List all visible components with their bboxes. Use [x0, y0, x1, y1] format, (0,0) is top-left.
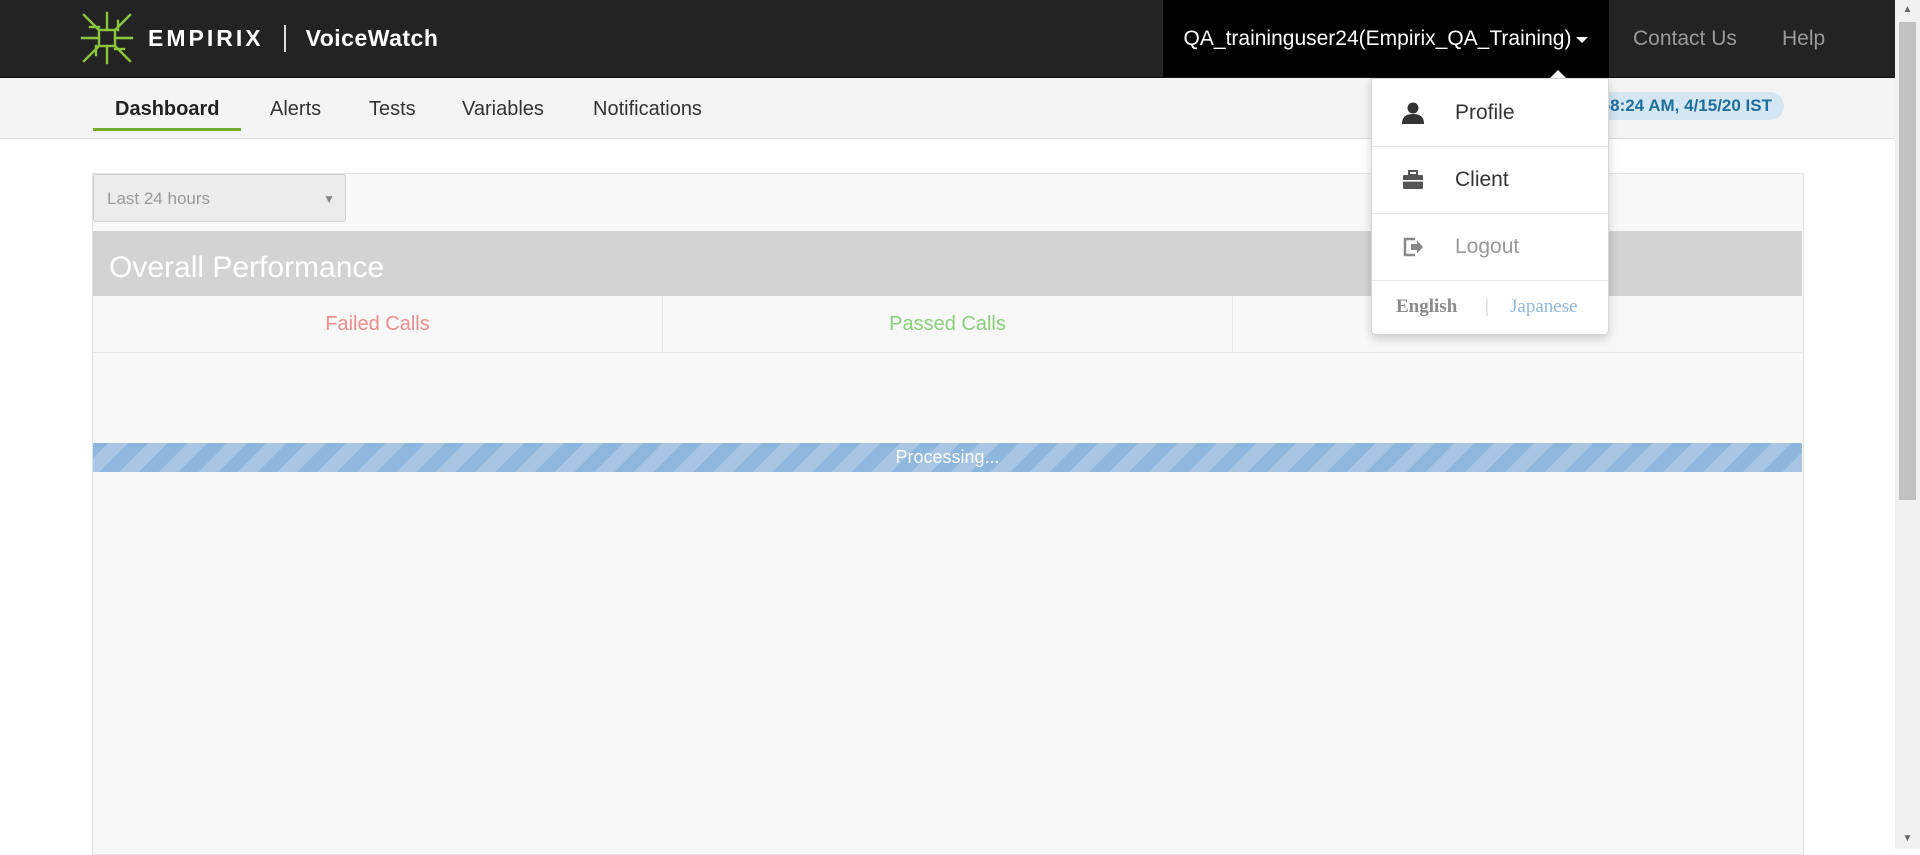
dropdown-item-logout[interactable]: Logout [1372, 213, 1608, 281]
contact-us-link[interactable]: Contact Us [1633, 0, 1737, 77]
tab-notifications[interactable]: Notifications [571, 78, 724, 128]
time-range-value: Last 24 hours [107, 189, 211, 208]
tab-variables[interactable]: Variables [440, 78, 566, 128]
user-name: QA_traininguser24(Empirix_QA_Training) [1183, 26, 1572, 50]
user-menu-toggle[interactable]: QA_traininguser24(Empirix_QA_Training) [1163, 0, 1609, 77]
tab-alerts[interactable]: Alerts [248, 78, 343, 128]
help-link[interactable]: Help [1782, 0, 1825, 77]
vertical-scrollbar[interactable]: ▲ ▼ [1895, 0, 1920, 849]
dropdown-label-client: Client [1455, 168, 1509, 191]
dropdown-item-client[interactable]: Client [1372, 146, 1608, 214]
dropdown-item-profile[interactable]: Profile [1372, 79, 1608, 147]
dropdown-label-profile: Profile [1455, 101, 1515, 124]
scroll-down-arrow-icon[interactable]: ▼ [1895, 829, 1920, 849]
language-japanese[interactable]: Japanese [1510, 281, 1578, 333]
language-switcher: English | Japanese [1372, 281, 1608, 333]
logout-icon [1403, 237, 1423, 257]
tab-tests[interactable]: Tests [347, 78, 438, 128]
processing-progress-bar: Processing... [93, 443, 1802, 472]
top-navbar: EMPIRIX VoiceWatch QA_traininguser24(Emp… [0, 0, 1895, 78]
user-icon [1402, 102, 1424, 124]
last-updated-badge: :58:24 AM, 4/15/20 IST [1585, 92, 1785, 120]
tab-dashboard[interactable]: Dashboard [93, 78, 242, 131]
dropdown-label-logout: Logout [1455, 235, 1520, 258]
scrollbar-thumb[interactable] [1899, 22, 1916, 500]
brand-divider [283, 24, 286, 52]
brand-company-name: EMPIRIX [148, 24, 264, 51]
passed-calls-label[interactable]: Passed Calls [663, 296, 1233, 352]
brand[interactable]: EMPIRIX VoiceWatch [80, 11, 438, 65]
failed-calls-label[interactable]: Failed Calls [93, 296, 663, 352]
language-separator: | [1485, 296, 1489, 317]
caret-down-icon [1576, 37, 1589, 43]
brand-product-name: VoiceWatch [305, 24, 439, 51]
sub-navbar: Dashboard Alerts Tests Variables Notific… [0, 78, 1895, 139]
briefcase-icon [1403, 170, 1423, 189]
language-english[interactable]: English [1396, 281, 1457, 333]
scroll-up-arrow-icon[interactable]: ▲ [1895, 0, 1920, 20]
select-arrow-icon: ▼ [323, 192, 335, 206]
time-range-select[interactable]: Last 24 hours ▼ [93, 174, 346, 222]
user-dropdown-menu: Profile Client Logout English | Japanese [1371, 78, 1609, 335]
empirix-logo-icon [80, 11, 134, 65]
